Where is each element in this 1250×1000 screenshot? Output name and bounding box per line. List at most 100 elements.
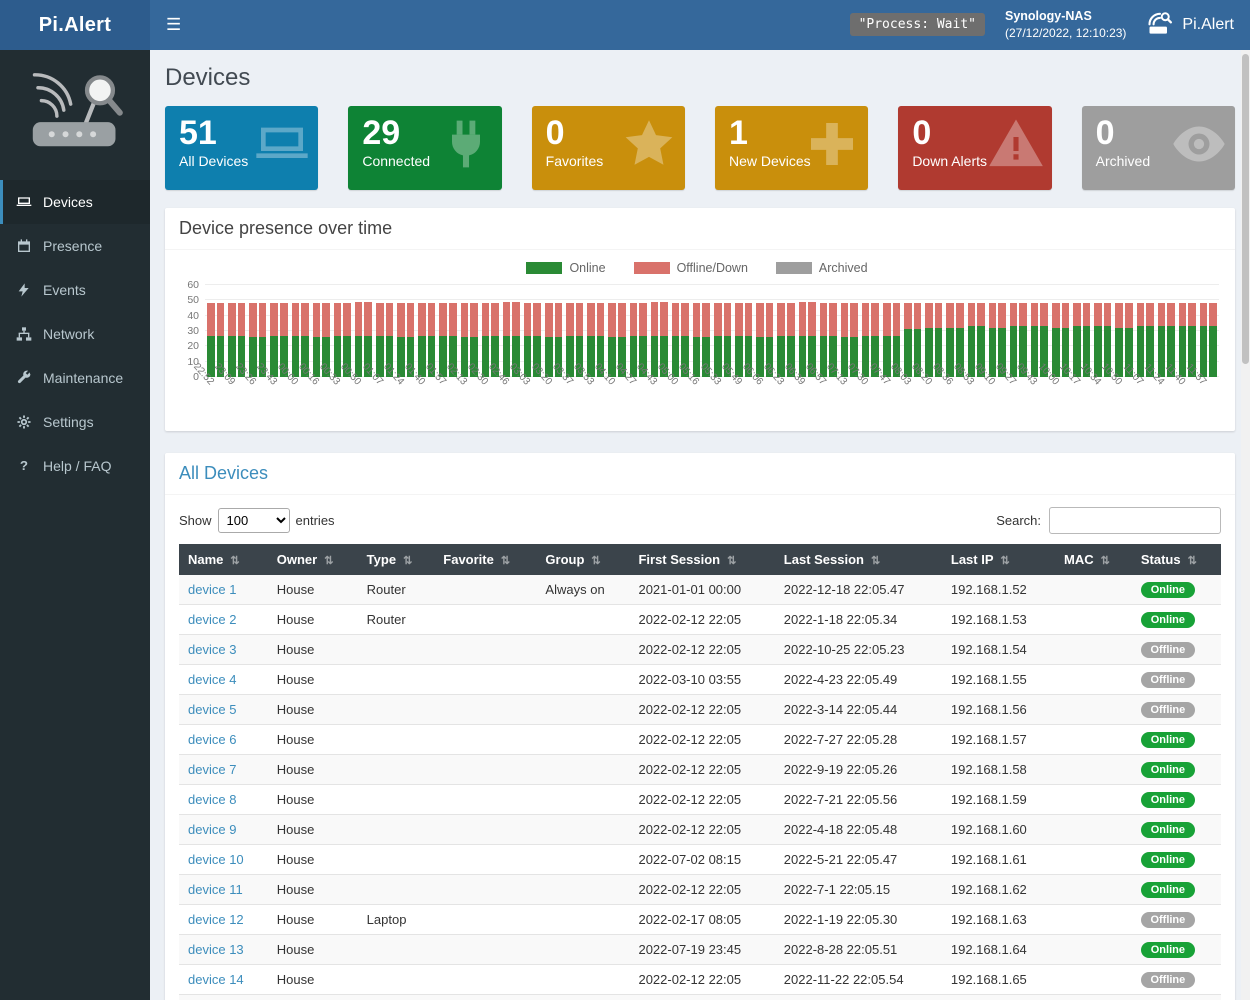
table-row: device 3House2022-02-12 22:052022-10-25 … bbox=[179, 635, 1221, 665]
device-link[interactable]: device 14 bbox=[188, 972, 244, 987]
bar-segment-offline-down bbox=[693, 303, 701, 337]
bar-segment-offline-down bbox=[503, 302, 511, 336]
device-link[interactable]: device 8 bbox=[188, 792, 236, 807]
cell-owner: House bbox=[268, 695, 358, 725]
legend-item-offline-down[interactable]: Offline/Down bbox=[634, 261, 748, 275]
chart-bar bbox=[461, 285, 469, 377]
device-link[interactable]: device 1 bbox=[188, 582, 236, 597]
column-header-group[interactable]: Group⇅ bbox=[536, 544, 629, 575]
status-badge: Online bbox=[1141, 882, 1195, 898]
device-link[interactable]: device 5 bbox=[188, 702, 236, 717]
cell-favorite bbox=[434, 785, 536, 815]
device-link[interactable]: device 12 bbox=[188, 912, 244, 927]
sidebar-toggle-button[interactable]: ☰ bbox=[150, 0, 197, 50]
sidebar-item-label: Help / FAQ bbox=[43, 458, 111, 474]
device-link[interactable]: device 4 bbox=[188, 672, 236, 687]
column-header-favorite[interactable]: Favorite⇅ bbox=[434, 544, 536, 575]
column-header-owner[interactable]: Owner⇅ bbox=[268, 544, 358, 575]
column-header-status[interactable]: Status⇅ bbox=[1132, 544, 1221, 575]
stat-card-connected[interactable]: 29Connected bbox=[348, 106, 501, 190]
sidebar-item-events[interactable]: Events bbox=[0, 268, 150, 312]
brand-logo[interactable]: Pi.Alert bbox=[0, 0, 150, 50]
chart-bar bbox=[292, 285, 300, 377]
bar-segment-offline-down bbox=[714, 303, 722, 335]
sitemap-icon bbox=[16, 326, 32, 342]
table-row: device 1HouseRouterAlways on2021-01-01 0… bbox=[179, 575, 1221, 605]
bar-segment-offline-down bbox=[1062, 303, 1070, 328]
chart-bar bbox=[313, 285, 321, 377]
bar-segment-offline-down bbox=[524, 303, 532, 335]
bar-segment-offline-down bbox=[355, 302, 363, 336]
search-label: Search: bbox=[996, 513, 1041, 528]
cell-last-session: 2022-5-21 22:05.47 bbox=[775, 845, 942, 875]
chart-bar bbox=[228, 285, 236, 377]
column-header-mac[interactable]: MAC⇅ bbox=[1055, 544, 1132, 575]
cell-owner: House bbox=[268, 965, 358, 995]
device-link[interactable]: device 7 bbox=[188, 762, 236, 777]
page-size-select[interactable]: 100 bbox=[218, 508, 290, 533]
column-header-first-session[interactable]: First Session⇅ bbox=[629, 544, 774, 575]
legend-item-online[interactable]: Online bbox=[526, 261, 605, 275]
chart-bar-group bbox=[290, 285, 311, 377]
device-link[interactable]: device 13 bbox=[188, 942, 244, 957]
column-header-type[interactable]: Type⇅ bbox=[358, 544, 435, 575]
device-link[interactable]: device 10 bbox=[188, 852, 244, 867]
sort-icon: ⇅ bbox=[1188, 555, 1197, 567]
device-link[interactable]: device 11 bbox=[188, 882, 243, 897]
cell-last-session: 2022-7-1 22:05.15 bbox=[775, 875, 942, 905]
bar-segment-offline-down bbox=[1052, 303, 1060, 328]
device-link[interactable]: device 3 bbox=[188, 642, 236, 657]
column-header-name[interactable]: Name⇅ bbox=[179, 544, 268, 575]
bar-segment-offline-down bbox=[777, 303, 785, 335]
chart-bar bbox=[207, 285, 215, 377]
vertical-scrollbar[interactable] bbox=[1241, 50, 1250, 1000]
host-name: Synology-NAS bbox=[1005, 8, 1126, 26]
sidebar-item-maintenance[interactable]: Maintenance bbox=[0, 356, 150, 400]
cell-last-ip: 192.168.1.53 bbox=[942, 605, 1055, 635]
cell-name: device 6 bbox=[179, 725, 268, 755]
stat-card-new-devices[interactable]: 1New Devices bbox=[715, 106, 868, 190]
device-link[interactable]: device 2 bbox=[188, 612, 236, 627]
bar-segment-offline-down bbox=[364, 302, 372, 336]
cell-last-session: 2022-7-27 22:05.28 bbox=[775, 725, 942, 755]
sidebar-item-devices[interactable]: Devices bbox=[0, 180, 150, 224]
sidebar-item-network[interactable]: Network bbox=[0, 312, 150, 356]
device-link[interactable]: device 6 bbox=[188, 732, 236, 747]
sidebar-item-settings[interactable]: Settings bbox=[0, 400, 150, 444]
cell-name: device 9 bbox=[179, 815, 268, 845]
scrollbar-thumb[interactable] bbox=[1242, 54, 1249, 364]
bar-segment-offline-down bbox=[660, 302, 668, 336]
all-devices-panel: All Devices Show100entries Search: Name⇅… bbox=[165, 453, 1235, 1000]
column-header-last-ip[interactable]: Last IP⇅ bbox=[942, 544, 1055, 575]
chart-bar-group bbox=[712, 285, 733, 377]
chart-bar-group bbox=[1113, 285, 1134, 377]
bar-segment-offline-down bbox=[893, 303, 901, 335]
sort-icon: ⇅ bbox=[1101, 555, 1110, 567]
column-header-last-session[interactable]: Last Session⇅ bbox=[775, 544, 942, 575]
bar-segment-offline-down bbox=[1146, 303, 1154, 326]
navbar-brand-right[interactable]: Pi.Alert bbox=[1146, 8, 1234, 41]
bar-segment-offline-down bbox=[702, 303, 710, 337]
bar-segment-offline-down bbox=[841, 303, 849, 337]
chart-bar-group bbox=[1092, 285, 1113, 377]
chart-bar-group bbox=[1135, 285, 1156, 377]
stat-card-all-devices[interactable]: 51All Devices bbox=[165, 106, 318, 190]
sidebar-item-label: Settings bbox=[43, 414, 94, 430]
cell-favorite bbox=[434, 605, 536, 635]
bar-segment-offline-down bbox=[1019, 303, 1027, 326]
stat-card-archived[interactable]: 0Archived bbox=[1082, 106, 1235, 190]
sidebar-item-help-faq[interactable]: ? Help / FAQ bbox=[0, 444, 150, 488]
chart-bar-group bbox=[268, 285, 289, 377]
table-search-input[interactable] bbox=[1049, 507, 1221, 534]
bar-segment-offline-down bbox=[555, 303, 563, 337]
stat-card-down-alerts[interactable]: 0Down Alerts bbox=[898, 106, 1051, 190]
chart-x-axis: 22:5223:0923:2623:4300:0000:1600:3300:50… bbox=[205, 377, 1219, 427]
sidebar-item-presence[interactable]: Presence bbox=[0, 224, 150, 268]
question-icon: ? bbox=[16, 458, 32, 474]
bar-segment-offline-down bbox=[418, 303, 426, 335]
stat-card-favorites[interactable]: 0Favorites bbox=[532, 106, 685, 190]
chart-bar bbox=[672, 285, 680, 377]
legend-item-archived[interactable]: Archived bbox=[776, 261, 868, 275]
cell-last-session: 2022-7-21 22:05.56 bbox=[775, 785, 942, 815]
device-link[interactable]: device 9 bbox=[188, 822, 236, 837]
